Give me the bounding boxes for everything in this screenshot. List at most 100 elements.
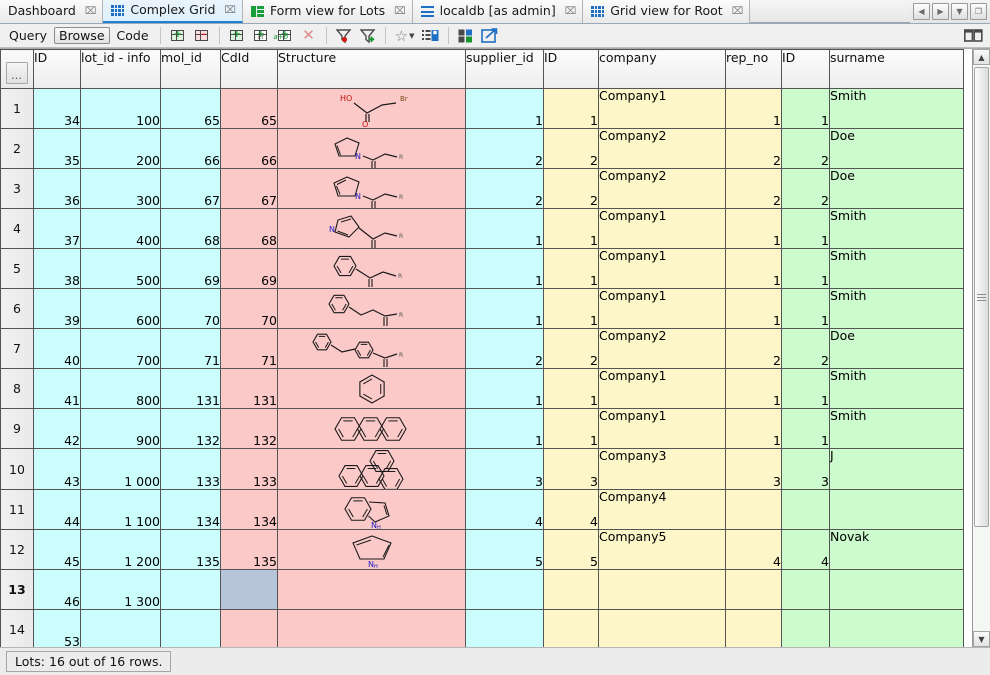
cell-sup_id[interactable]: 4 [544, 490, 599, 530]
tab-close-icon[interactable]: ⌧ [565, 7, 577, 17]
tab-close-icon[interactable]: ⌧ [394, 7, 406, 17]
cell-surname[interactable]: Novak [830, 530, 964, 570]
cell-cdid[interactable] [221, 610, 278, 648]
cell-company[interactable]: Company1 [599, 369, 726, 409]
filter-add-button[interactable] [357, 26, 379, 46]
cell-rep_id[interactable]: 1 [782, 89, 830, 129]
cell-company[interactable]: Company3 [599, 449, 726, 490]
cell-surname[interactable]: Smith [830, 89, 964, 129]
cell-rep_no[interactable]: 2 [726, 169, 782, 209]
cell-structure[interactable]: NR [278, 129, 466, 169]
cell-sup_id[interactable]: 2 [544, 169, 599, 209]
open-external-button[interactable] [479, 26, 501, 46]
cell-rep_id[interactable]: 2 [782, 169, 830, 209]
cell-cdid[interactable]: 65 [221, 89, 278, 129]
tab-prev-button[interactable]: ◀ [913, 3, 930, 20]
tab-complex-grid[interactable]: Complex Grid⌧ [103, 0, 243, 23]
cell-mol_id[interactable] [161, 570, 221, 610]
cell-rep_id[interactable] [782, 570, 830, 610]
grid-scroll-area[interactable]: …IDlot_id - infomol_idCdIdStructuresuppl… [0, 49, 972, 647]
cell-sup_id[interactable]: 3 [544, 449, 599, 490]
cell-rep_id[interactable]: 1 [782, 369, 830, 409]
tab-dashboard[interactable]: Dashboard⌧ [0, 0, 103, 23]
table-row[interactable]: 5385006969R11Company111Smith [1, 249, 964, 289]
add-child-row-button[interactable]: + [226, 26, 248, 46]
column-header-lot_id[interactable]: lot_id - info [81, 50, 161, 89]
cell-rep_no[interactable]: 2 [726, 329, 782, 369]
table-row[interactable]: 4374006868NR11Company111Smith [1, 209, 964, 249]
cell-supplier_id[interactable]: 4 [466, 490, 544, 530]
cell-company[interactable]: Company4 [599, 490, 726, 530]
cell-cdid[interactable]: 132 [221, 409, 278, 449]
row-header-9[interactable]: 9 [1, 409, 34, 449]
row-header-6[interactable]: 6 [1, 289, 34, 329]
cell-mol_id[interactable]: 134 [161, 490, 221, 530]
cell-structure[interactable]: R [278, 289, 466, 329]
cell-cdid[interactable]: 71 [221, 329, 278, 369]
cell-cdid[interactable]: 67 [221, 169, 278, 209]
cell-rep_no[interactable]: 1 [726, 209, 782, 249]
cell-sup_id[interactable] [544, 610, 599, 648]
cell-cdid[interactable]: 133 [221, 449, 278, 490]
cell-id[interactable]: 34 [34, 89, 81, 129]
cell-rep_no[interactable]: 1 [726, 89, 782, 129]
cell-surname[interactable]: Smith [830, 249, 964, 289]
cell-company[interactable]: Company1 [599, 89, 726, 129]
cell-company[interactable]: Company2 [599, 129, 726, 169]
scroll-up-button[interactable]: ▲ [973, 49, 990, 65]
cell-id[interactable]: 36 [34, 169, 81, 209]
mode-query-button[interactable]: Query [4, 27, 52, 44]
table-row[interactable]: 10431 00013313333Company333J [1, 449, 964, 490]
row-header-7[interactable]: 7 [1, 329, 34, 369]
cell-company[interactable]: Company1 [599, 289, 726, 329]
cell-mol_id[interactable]: 135 [161, 530, 221, 570]
cell-structure[interactable]: NH [278, 490, 466, 530]
save-layout-button[interactable] [420, 26, 442, 46]
cell-lot_id[interactable]: 900 [81, 409, 161, 449]
cell-cdid[interactable] [221, 570, 278, 610]
cell-supplier_id[interactable]: 1 [466, 249, 544, 289]
cell-structure[interactable]: R [278, 249, 466, 289]
cell-sup_id[interactable]: 1 [544, 209, 599, 249]
cell-sup_id[interactable]: 1 [544, 89, 599, 129]
favorites-button[interactable]: ☆ ▼ [392, 26, 418, 46]
cell-supplier_id[interactable]: 2 [466, 329, 544, 369]
cell-mol_id[interactable]: 65 [161, 89, 221, 129]
table-row[interactable]: 11441 100134134NH44Company4 [1, 490, 964, 530]
cell-id[interactable]: 53 [34, 610, 81, 648]
cell-structure[interactable]: NR [278, 209, 466, 249]
cell-lot_id[interactable]: 1 300 [81, 570, 161, 610]
cell-company[interactable]: Company1 [599, 409, 726, 449]
cell-structure[interactable] [278, 409, 466, 449]
cell-lot_id[interactable]: 400 [81, 209, 161, 249]
table-row[interactable]: 84180013113111Company111Smith [1, 369, 964, 409]
tab-grid-view-for-root[interactable]: Grid view for Root⌧ [583, 0, 750, 23]
cell-lot_id[interactable]: 200 [81, 129, 161, 169]
cell-surname[interactable]: Smith [830, 289, 964, 329]
cell-supplier_id[interactable] [466, 570, 544, 610]
tab-close-icon[interactable]: ⌧ [85, 7, 97, 17]
cell-sup_id[interactable]: 2 [544, 329, 599, 369]
tab-list-dropdown-button[interactable]: ▼ [951, 3, 968, 20]
tab-close-icon[interactable]: ⌧ [732, 7, 744, 17]
cell-structure[interactable] [278, 610, 466, 648]
cell-sup_id[interactable]: 2 [544, 129, 599, 169]
cell-mol_id[interactable]: 131 [161, 369, 221, 409]
cell-sup_id[interactable]: 1 [544, 249, 599, 289]
cell-rep_no[interactable]: 1 [726, 409, 782, 449]
cell-rep_id[interactable]: 2 [782, 329, 830, 369]
cell-id[interactable]: 42 [34, 409, 81, 449]
cell-supplier_id[interactable]: 2 [466, 129, 544, 169]
cell-rep_id[interactable] [782, 610, 830, 648]
cell-rep_no[interactable]: 1 [726, 369, 782, 409]
cell-cdid[interactable]: 135 [221, 530, 278, 570]
cell-structure[interactable]: HOBrO [278, 89, 466, 129]
cell-id[interactable]: 38 [34, 249, 81, 289]
mode-code-button[interactable]: Code [112, 27, 154, 44]
column-header-rep_id[interactable]: ID [782, 50, 830, 89]
column-header-cdid[interactable]: CdId [221, 50, 278, 89]
cell-structure[interactable] [278, 369, 466, 409]
layout-blocks-button[interactable] [455, 26, 477, 46]
cell-id[interactable]: 40 [34, 329, 81, 369]
cell-sup_id[interactable]: 1 [544, 289, 599, 329]
